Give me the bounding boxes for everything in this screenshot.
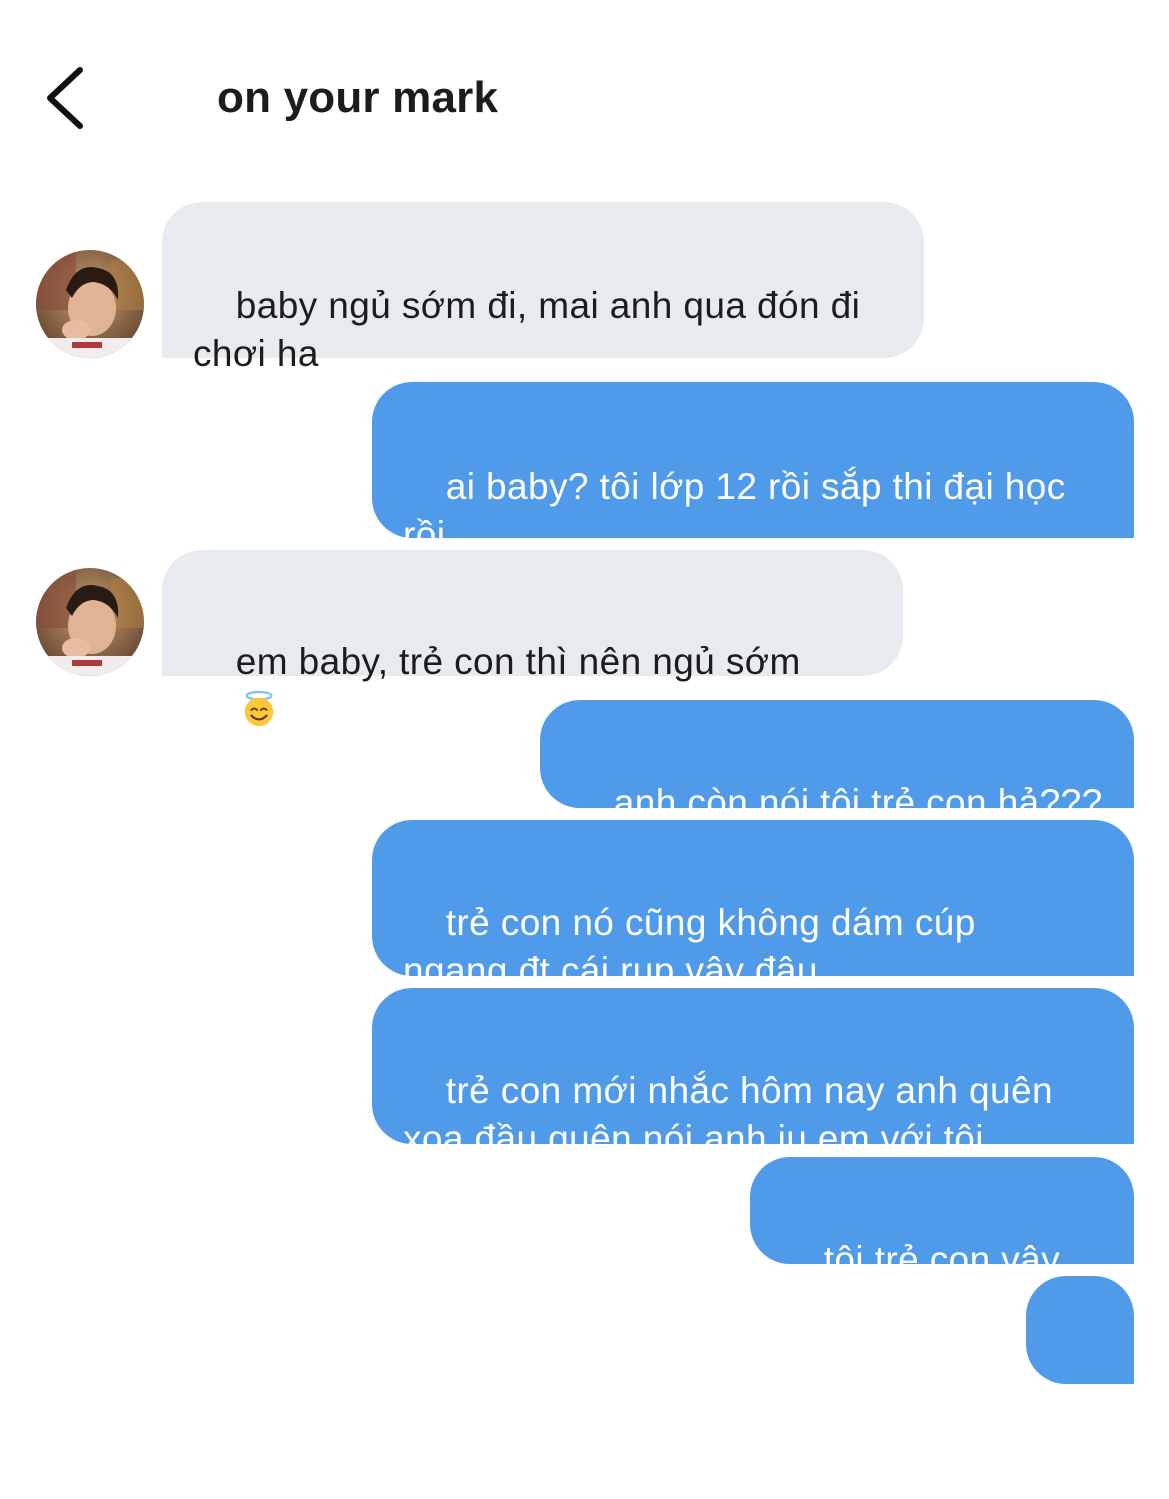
message-bubble-incoming[interactable]: em baby, trẻ con thì nên ngủ sớm bbox=[162, 550, 903, 727]
message-bubble-outgoing[interactable]: trẻ con mới nhắc hôm nay anh quên xoa đầ… bbox=[372, 988, 1134, 1159]
message-bubble-outgoing[interactable]: hừ bbox=[1026, 1276, 1134, 1447]
message-text: trẻ con mới nhắc hôm nay anh quên xoa đầ… bbox=[403, 1070, 1053, 1159]
avatar[interactable] bbox=[36, 568, 144, 676]
message-text: trẻ con nó cũng không dám cúp ngang đt c… bbox=[403, 902, 976, 991]
message-text: ai baby? tôi lớp 12 rồi sắp thi đại học … bbox=[403, 466, 1066, 555]
message-bubble-outgoing[interactable]: tôi trẻ con vậy đó bbox=[750, 1157, 1134, 1328]
message-bubble-outgoing[interactable]: anh còn nói tôi trẻ con hả??? bbox=[540, 700, 1134, 823]
avatar[interactable] bbox=[36, 250, 144, 358]
smiling-face-with-halo-icon bbox=[244, 690, 273, 727]
message-bubble-incoming[interactable]: baby ngủ sớm đi, mai anh qua đón đi chơi… bbox=[162, 202, 924, 374]
message-text: hừ bbox=[1057, 1406, 1104, 1447]
profile-photo-icon bbox=[36, 568, 144, 676]
profile-photo-icon bbox=[36, 250, 144, 358]
message-text: em baby, trẻ con thì nên ngủ sớm bbox=[235, 641, 801, 682]
message-text: baby ngủ sớm đi, mai anh qua đón đi chơi… bbox=[193, 285, 861, 374]
message-bubble-outgoing[interactable]: ai baby? tôi lớp 12 rồi sắp thi đại học … bbox=[372, 382, 1134, 555]
message-text: anh còn nói tôi trẻ con hả??? bbox=[613, 782, 1103, 823]
message-thread[interactable]: baby ngủ sớm đi, mai anh qua đón đi chơi… bbox=[0, 0, 1169, 1447]
message-bubble-outgoing[interactable]: trẻ con nó cũng không dám cúp ngang đt c… bbox=[372, 820, 1134, 991]
